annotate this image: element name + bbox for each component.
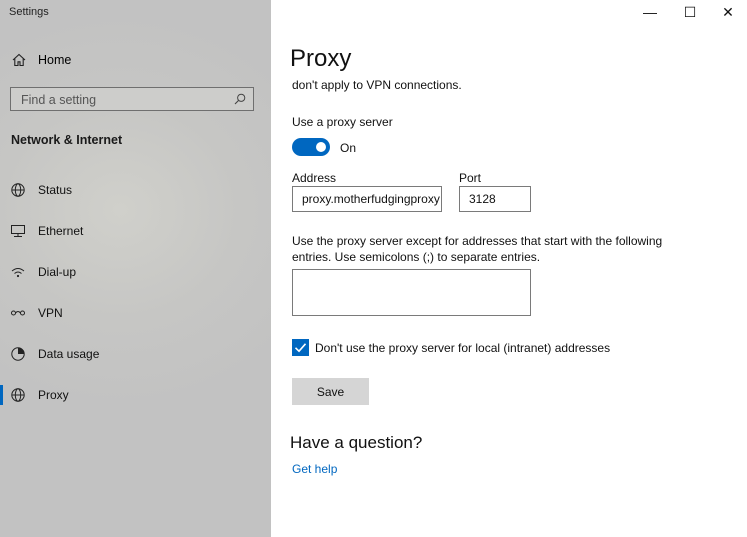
address-input[interactable]: proxy.motherfudgingproxy xyxy=(292,186,442,212)
ethernet-icon xyxy=(11,225,25,237)
sidebar-item-vpn[interactable]: VPN xyxy=(0,296,271,330)
exceptions-input[interactable] xyxy=(292,269,531,316)
address-value: proxy.motherfudgingproxy xyxy=(302,192,440,206)
data-usage-icon xyxy=(11,347,25,361)
sidebar-item-ethernet[interactable]: Ethernet xyxy=(0,214,271,248)
vpn-note: don't apply to VPN connections. xyxy=(292,78,462,92)
proxy-toggle-state: On xyxy=(340,141,357,155)
toggle-knob xyxy=(316,142,326,152)
main-content: — ☐ ✕ Proxy don't apply to VPN connectio… xyxy=(271,0,747,537)
dialup-icon xyxy=(11,268,25,278)
get-help-link[interactable]: Get help xyxy=(292,462,337,476)
sidebar-item-label: Ethernet xyxy=(38,224,84,238)
local-addresses-label: Don't use the proxy server for local (in… xyxy=(315,341,611,355)
sidebar-item-proxy[interactable]: Proxy xyxy=(0,378,271,412)
local-addresses-checkbox[interactable] xyxy=(292,339,309,356)
port-value: 3128 xyxy=(469,192,496,206)
proxy-toggle[interactable] xyxy=(292,138,330,156)
app-title: Settings xyxy=(9,6,49,18)
checkmark-icon xyxy=(294,343,307,353)
maximize-button[interactable]: ☐ xyxy=(673,0,707,24)
address-label: Address xyxy=(292,171,337,185)
sidebar-item-dialup[interactable]: Dial-up xyxy=(0,255,271,289)
search-input[interactable]: Find a setting xyxy=(10,87,254,111)
globe-icon xyxy=(11,183,25,197)
question-heading: Have a question? xyxy=(290,433,423,452)
port-label: Port xyxy=(459,171,482,185)
sidebar-item-label: Dial-up xyxy=(38,265,77,279)
page-title: Proxy xyxy=(290,45,352,72)
sidebar-item-status[interactable]: Status xyxy=(0,173,271,207)
proxy-toggle-label: Use a proxy server xyxy=(292,115,393,129)
vpn-icon xyxy=(11,310,25,316)
sidebar-item-data-usage[interactable]: Data usage xyxy=(0,337,271,371)
port-input[interactable]: 3128 xyxy=(459,186,531,212)
sidebar-item-label: VPN xyxy=(38,306,63,320)
home-icon xyxy=(12,53,26,67)
sidebar-home-label: Home xyxy=(38,53,72,67)
sidebar-item-label: Data usage xyxy=(38,347,100,361)
search-icon[interactable] xyxy=(234,93,246,105)
section-title: Network & Internet xyxy=(11,133,123,147)
sidebar-home[interactable]: Home xyxy=(0,45,271,77)
close-button[interactable]: ✕ xyxy=(711,0,745,24)
sidebar-item-label: Proxy xyxy=(38,388,69,402)
exceptions-description: Use the proxy server except for addresse… xyxy=(292,234,663,264)
minimize-button[interactable]: — xyxy=(633,0,667,24)
globe-icon xyxy=(11,388,25,402)
sidebar-item-label: Status xyxy=(38,183,73,197)
sidebar: Settings Home Find a setting Network & I… xyxy=(0,0,271,537)
search-placeholder: Find a setting xyxy=(21,93,97,107)
settings-window: Settings Home Find a setting Network & I… xyxy=(0,0,747,537)
save-button[interactable]: Save xyxy=(292,378,369,405)
